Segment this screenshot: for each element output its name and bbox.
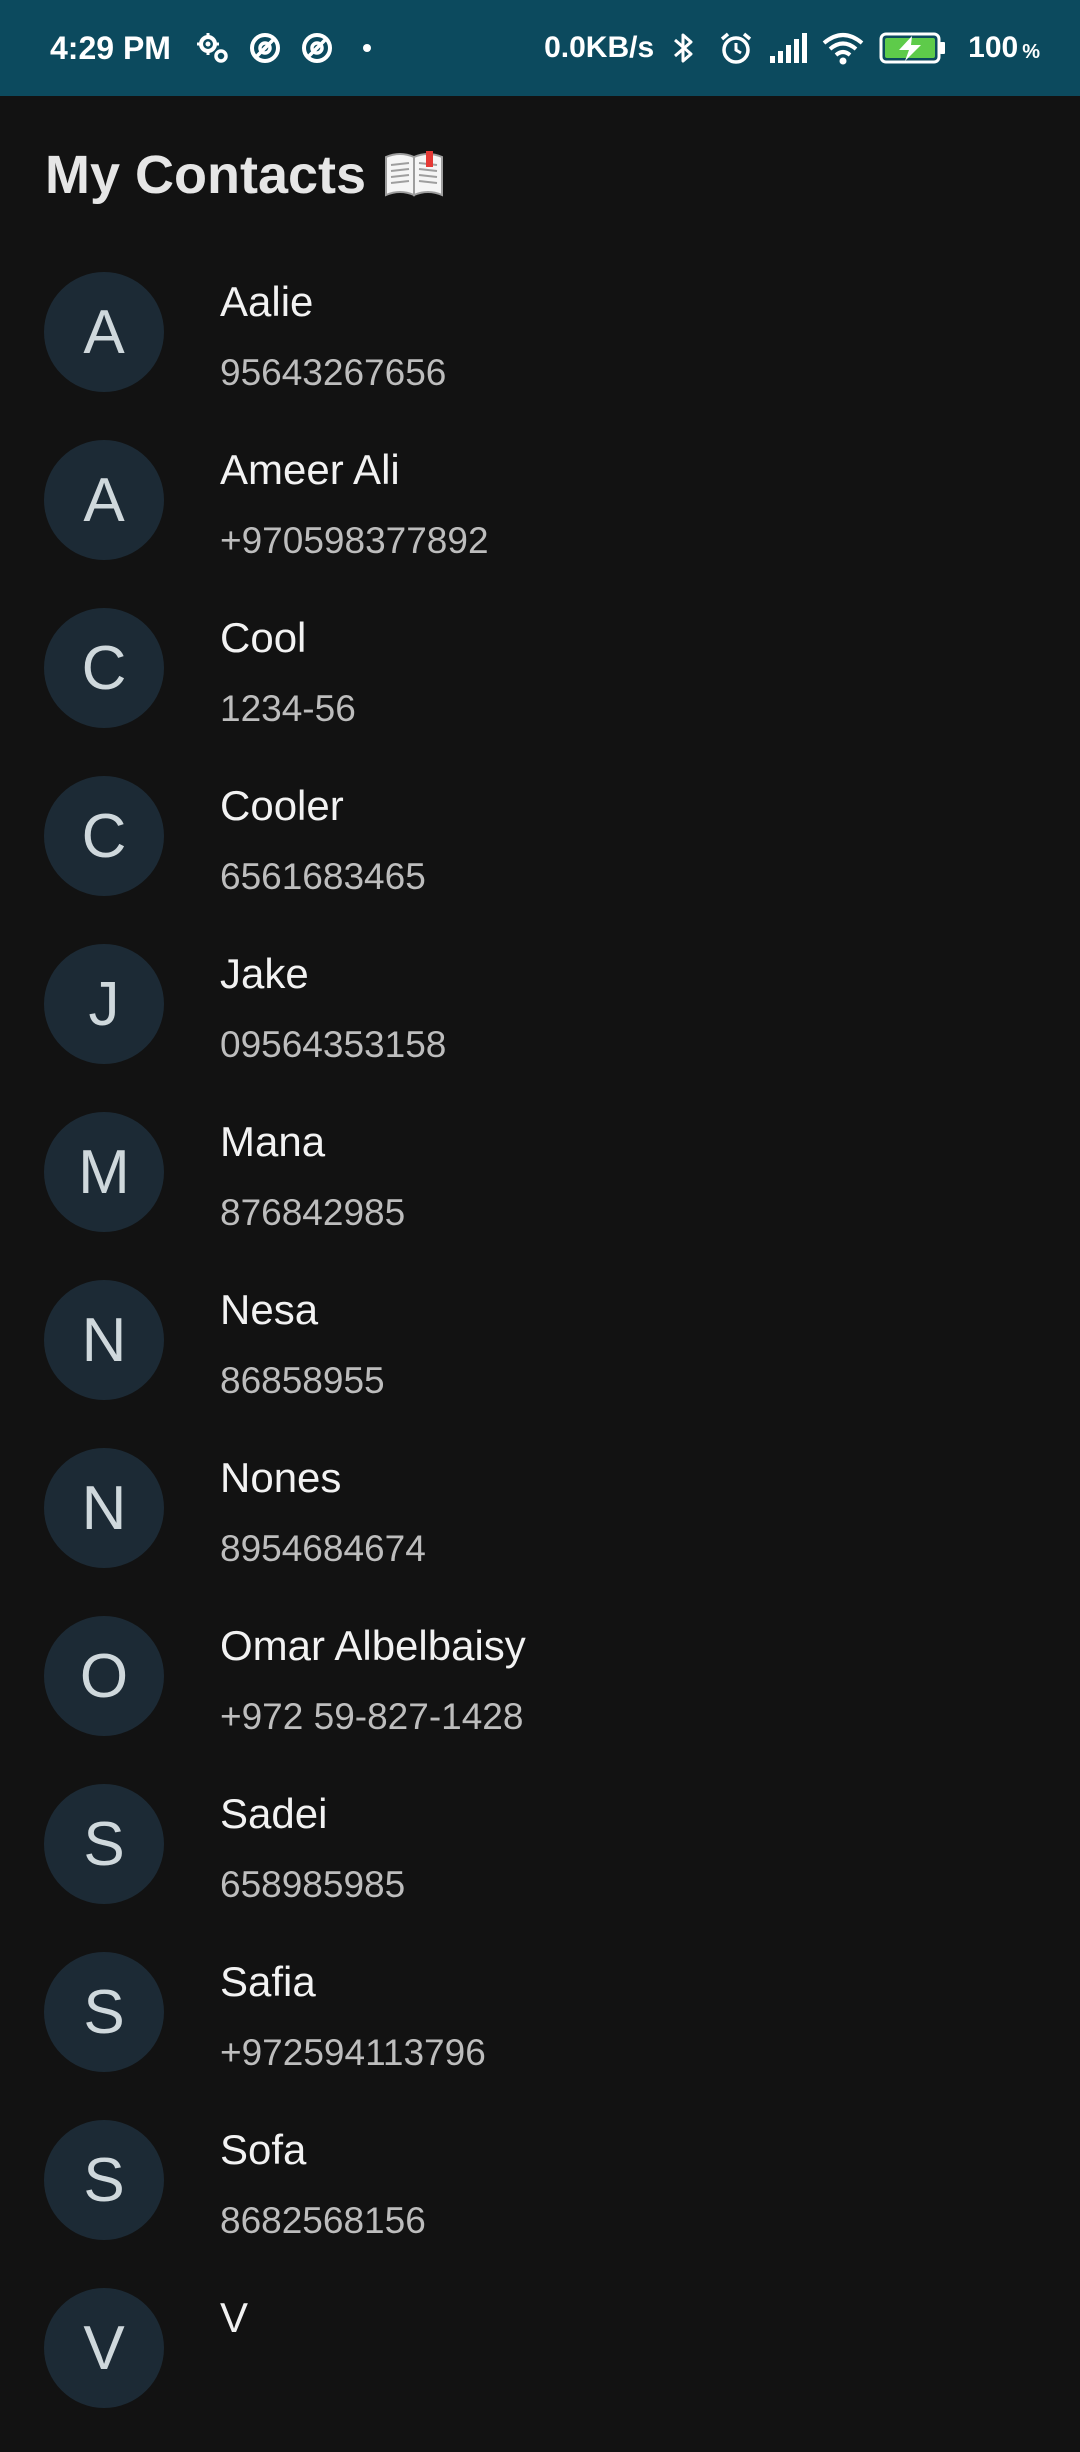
data-saver-icon <box>245 28 285 68</box>
contact-name: Cool <box>220 614 307 661</box>
wifi-icon <box>820 28 866 68</box>
bluetooth-icon <box>664 28 704 68</box>
contact-name: Omar Albelbaisy <box>220 1622 526 1669</box>
battery-charging-icon <box>878 28 948 68</box>
contact-list-item[interactable]: S Sofa 8682568156 <box>0 2116 1080 2284</box>
contact-name: Mana <box>220 1118 326 1165</box>
contact-list-item[interactable]: A Ameer Ali +970598377892 <box>0 436 1080 604</box>
data-saver-icon <box>297 28 337 68</box>
contact-list-item[interactable]: O Omar Albelbaisy +972 59-827-1428 <box>0 1612 1080 1780</box>
contact-name: Jake <box>220 950 309 997</box>
status-bar: 4:29 PM 0.0KB/s 100 % <box>0 0 1080 96</box>
contact-phone: +972 59-827-1428 <box>220 1696 524 1737</box>
contact-name: Nones <box>220 1454 342 1501</box>
contact-phone: 8682568156 <box>220 2200 426 2241</box>
contact-name: Safia <box>220 1958 316 2005</box>
contact-phone: +972594113796 <box>220 2032 486 2073</box>
contact-avatar: S <box>44 1952 164 2072</box>
contact-avatar: A <box>44 440 164 560</box>
contact-phone: 8954684674 <box>220 1528 426 1569</box>
contact-avatar: N <box>44 1448 164 1568</box>
contact-list-item[interactable]: S Sadei 658985985 <box>0 1780 1080 1948</box>
contact-name: Sadei <box>220 1790 328 1837</box>
header: My Contacts <box>45 140 446 210</box>
contact-name: Sofa <box>220 2126 307 2173</box>
status-time: 4:29 PM <box>50 29 171 66</box>
alarm-icon <box>716 28 756 68</box>
contact-list-item[interactable]: J Jake 09564353158 <box>0 940 1080 1108</box>
contact-phone: 6561683465 <box>220 856 426 897</box>
contact-avatar: S <box>44 1784 164 1904</box>
contact-avatar: C <box>44 776 164 896</box>
contact-list-item[interactable]: C Cooler 6561683465 <box>0 772 1080 940</box>
contact-list-item[interactable]: N Nones 8954684674 <box>0 1444 1080 1612</box>
settings-gears-icon <box>193 28 233 68</box>
contact-phone: 95643267656 <box>220 352 447 393</box>
contact-name: Nesa <box>220 1286 319 1333</box>
contact-avatar: V <box>44 2288 164 2408</box>
status-bar-right: 0.0KB/s 100 % <box>544 0 1040 96</box>
net-speed: 0.0KB/s <box>544 31 655 64</box>
dot-icon <box>362 44 371 52</box>
contact-phone: 876842985 <box>220 1192 406 1233</box>
signal-icon <box>768 28 808 68</box>
contact-list-item[interactable]: A Aalie 95643267656 <box>0 268 1080 436</box>
contact-avatar: J <box>44 944 164 1064</box>
open-book-icon <box>382 149 446 201</box>
contact-list-item[interactable]: S Safia +972594113796 <box>0 1948 1080 2116</box>
contact-phone: +970598377892 <box>220 520 489 561</box>
contact-phone: 86858955 <box>220 1360 385 1401</box>
battery-unit: % <box>1022 40 1040 63</box>
battery-level: 100 <box>968 31 1019 64</box>
contact-name: Aalie <box>220 278 314 325</box>
page-title: My Contacts <box>45 145 367 205</box>
contact-list[interactable]: A Aalie 95643267656 A Ameer Ali +970598377892… <box>0 268 1080 2452</box>
contact-avatar: A <box>44 272 164 392</box>
contact-list-item[interactable]: C Cool 1234-56 <box>0 604 1080 772</box>
contact-avatar: O <box>44 1616 164 1736</box>
contact-list-item[interactable]: M Mana 876842985 <box>0 1108 1080 1276</box>
contact-avatar: S <box>44 2120 164 2240</box>
contact-list-item[interactable]: N Nesa 86858955 <box>0 1276 1080 1444</box>
contact-list-item[interactable]: VV <box>0 2284 1080 2452</box>
contact-avatar: M <box>44 1112 164 1232</box>
contact-name: Cooler <box>220 782 344 829</box>
status-bar-left: 4:29 PM <box>50 0 371 96</box>
contact-avatar: N <box>44 1280 164 1400</box>
contact-name: V <box>220 2294 249 2341</box>
contact-name: Ameer Ali <box>220 446 400 493</box>
contact-phone: 09564353158 <box>220 1024 447 1065</box>
contact-phone: 1234-56 <box>220 688 356 729</box>
contact-phone: 658985985 <box>220 1864 406 1905</box>
contact-avatar: C <box>44 608 164 728</box>
